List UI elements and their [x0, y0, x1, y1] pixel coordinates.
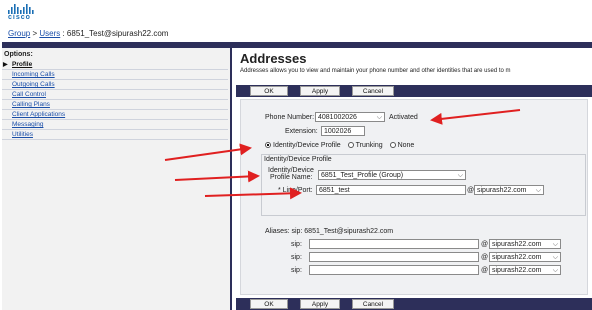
cancel-button[interactable]: Cancel — [352, 86, 394, 96]
ok-button[interactable]: OK — [250, 86, 288, 96]
sidebar-item-label: Call Control — [12, 91, 46, 98]
at-sign: @ — [481, 267, 489, 274]
main-content: Addresses Addresses allows you to view a… — [236, 48, 592, 310]
sidebar-item-call-control[interactable]: Call Control — [2, 90, 228, 100]
cisco-wordmark: cisco — [8, 14, 31, 21]
domain-value: sipurash22.com — [477, 187, 527, 194]
breadcrumb-sep: : — [60, 29, 67, 38]
chevron-down-icon: ⌵ — [552, 254, 558, 261]
breadcrumb: Group > Users : 6851_Test@sipurash22.com — [8, 29, 168, 38]
chevron-down-icon: ⌵ — [457, 172, 463, 179]
at-sign: @ — [481, 254, 489, 261]
ok-button[interactable]: OK — [250, 299, 288, 309]
radio-label: None — [397, 142, 415, 149]
alias-field[interactable] — [309, 252, 479, 262]
profile-name-value: 6851_Test_Profile (Group) — [321, 172, 404, 179]
chevron-down-icon: ⌵ — [552, 267, 558, 274]
apply-button[interactable]: Apply — [300, 299, 340, 309]
chevron-down-icon: ⌵ — [376, 114, 382, 121]
sip-label: sip: — [291, 254, 302, 261]
sidebar-item-label: Profile — [12, 61, 33, 68]
line-port-domain-select[interactable]: sipurash22.com ⌵ — [474, 185, 544, 195]
sidebar-item-utilities[interactable]: Utilities — [2, 130, 228, 140]
sidebar-item-incoming-calls[interactable]: Incoming Calls — [2, 70, 228, 80]
radio-none[interactable] — [389, 142, 396, 149]
bottom-button-bar: OK Apply Cancel — [236, 298, 592, 310]
sidebar-item-label: Incoming Calls — [12, 71, 55, 78]
chevron-down-icon: ⌵ — [535, 187, 541, 194]
alias-domain-select[interactable]: sipurash22.com ⌵ — [489, 239, 561, 249]
sidebar-item-label: Utilities — [12, 131, 33, 138]
page-title: Addresses — [240, 51, 307, 66]
sidebar-item-label: Client Applications — [12, 111, 66, 118]
aliases-label: Aliases: sip: 6851_Test@sipurash22.com — [265, 228, 394, 235]
profile-name-label: Profile Name: — [270, 174, 313, 181]
domain-value: sipurash22.com — [492, 241, 542, 248]
alias-domain-select[interactable]: sipurash22.com ⌵ — [489, 252, 561, 262]
radio-trunking[interactable] — [347, 142, 354, 149]
sidebar-item-label: Messaging — [12, 121, 44, 128]
phone-status: Activated — [389, 114, 418, 121]
line-port-label: * Line/Port: — [278, 187, 313, 194]
breadcrumb-group-link[interactable]: Group — [8, 29, 30, 38]
profile-name-label: Identity/Device — [268, 167, 314, 174]
breadcrumb-users-link[interactable]: Users — [39, 29, 60, 38]
domain-value: sipurash22.com — [492, 267, 542, 274]
radio-label: Identity/Device Profile — [273, 142, 341, 149]
header: cisco Group > Users : 6851_Test@sipurash… — [0, 0, 592, 45]
sidebar-title: Options: — [4, 51, 33, 58]
extension-label: Extension: — [285, 128, 318, 135]
sidebar-item-messaging[interactable]: Messaging — [2, 120, 228, 130]
sidebar-item-calling-plans[interactable]: Calling Plans — [2, 100, 228, 110]
profile-type-radios: Identity/Device Profile Trunking None — [265, 142, 414, 149]
sidebar-item-profile[interactable]: ▶ Profile — [2, 60, 228, 70]
phone-number-value: 4081002026 — [318, 114, 357, 121]
breadcrumb-sep: > — [30, 29, 40, 38]
address-form-panel: Phone Number: 4081002026 ⌵ Activated Exte… — [240, 99, 588, 295]
sidebar-item-label: Calling Plans — [12, 101, 50, 108]
identity-device-profile-group: Identity/Device Profile Identity/Device … — [261, 154, 586, 216]
apply-button[interactable]: Apply — [300, 86, 340, 96]
sidebar-item-label: Outgoing Calls — [12, 81, 55, 88]
line-port-field[interactable]: 6851_test — [316, 185, 466, 195]
sidebar-item-client-applications[interactable]: Client Applications — [2, 110, 228, 120]
sip-label: sip: — [291, 267, 302, 274]
page-description: Addresses allows you to view and maintai… — [240, 68, 511, 74]
breadcrumb-user: 6851_Test@sipurash22.com — [66, 29, 169, 38]
selected-arrow-icon: ▶ — [3, 62, 8, 68]
alias-field[interactable] — [309, 265, 479, 275]
sidebar-item-outgoing-calls[interactable]: Outgoing Calls — [2, 80, 228, 90]
at-sign: @ — [481, 241, 489, 248]
sip-label: sip: — [291, 241, 302, 248]
domain-value: sipurash22.com — [492, 254, 542, 261]
profile-name-select[interactable]: 6851_Test_Profile (Group) ⌵ — [318, 170, 466, 180]
top-button-bar: OK Apply Cancel — [236, 85, 592, 97]
phone-number-select[interactable]: 4081002026 ⌵ — [315, 112, 385, 122]
group-legend: Identity/Device Profile — [264, 156, 332, 163]
extension-field[interactable]: 1002026 — [321, 126, 365, 136]
alias-field[interactable] — [309, 239, 479, 249]
sidebar: Options: ▶ Profile Incoming Calls Outgoin… — [2, 48, 232, 310]
cancel-button[interactable]: Cancel — [352, 299, 394, 309]
phone-number-label: Phone Number: — [265, 114, 315, 121]
radio-identity-device-profile[interactable] — [265, 142, 271, 149]
chevron-down-icon: ⌵ — [552, 241, 558, 248]
radio-label: Trunking — [355, 142, 383, 149]
alias-domain-select[interactable]: sipurash22.com ⌵ — [489, 265, 561, 275]
